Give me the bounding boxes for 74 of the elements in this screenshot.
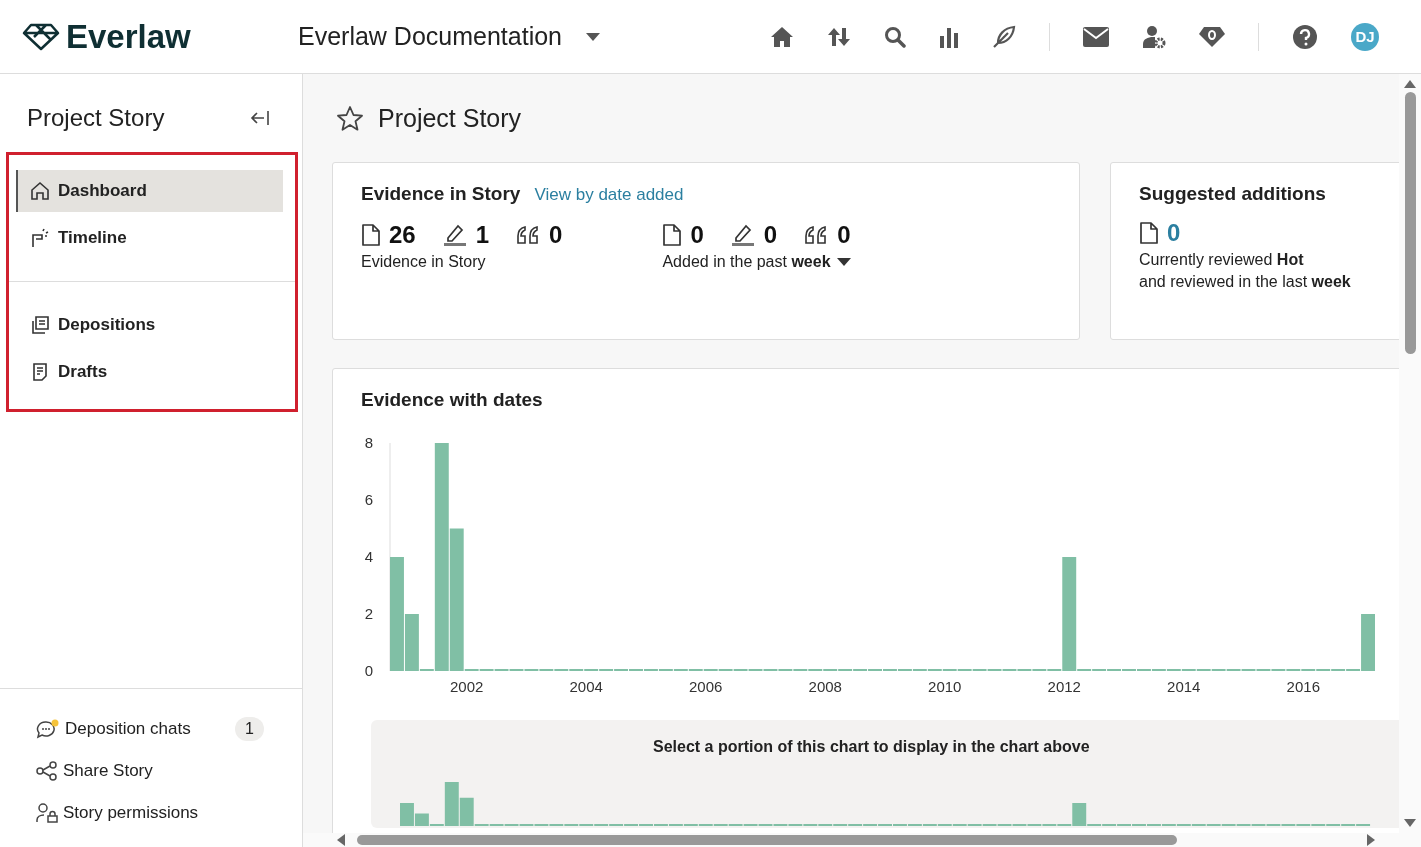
logo-wordmark: Everlaw	[66, 17, 191, 56]
document-icon	[662, 223, 683, 247]
sidebar-action[interactable]: Deposition chats	[36, 713, 191, 745]
page-title: Project Story	[378, 103, 522, 133]
diamond-logo-icon	[22, 22, 60, 51]
card-title: Suggested additions	[1139, 183, 1327, 205]
document-icon	[361, 223, 381, 247]
y-tick-label: 0	[364, 662, 374, 679]
overview-caption: Select a portion of this chart to display in the chart above	[653, 738, 1090, 756]
flag-sparkle-icon	[30, 228, 50, 248]
sidebar-title: Project Story	[27, 104, 165, 132]
share-icon	[36, 761, 58, 781]
sort-arrows-icon[interactable]	[827, 25, 851, 48]
x-tick-label: 2002	[450, 678, 484, 695]
x-tick-label: 2006	[689, 678, 723, 695]
star-icon[interactable]	[336, 105, 364, 131]
count-badge: 1	[235, 717, 264, 741]
y-tick-label: 2	[364, 605, 374, 622]
highlighter-icon	[441, 223, 468, 247]
y-tick-label: 8	[364, 434, 374, 451]
scroll-up-icon[interactable]	[1404, 80, 1416, 88]
document-icon	[30, 362, 50, 382]
suggested-caption: and reviewed in the last week	[1139, 273, 1352, 291]
scroll-thumb[interactable]	[357, 835, 1177, 845]
documents-icon	[30, 315, 50, 335]
feather-icon[interactable]	[992, 24, 1016, 49]
card-title: Evidence in Story	[361, 183, 521, 205]
sidebar-item[interactable]: Dashboard	[16, 170, 283, 212]
document-icon	[1139, 221, 1159, 245]
project-selector[interactable]: Everlaw Documentation	[298, 22, 600, 51]
sidebar-action[interactable]: Share Story	[36, 755, 153, 787]
caret-icon[interactable]	[836, 258, 851, 266]
help-icon[interactable]	[1292, 23, 1318, 50]
gem-icon[interactable]	[1199, 25, 1225, 48]
x-tick-label: 2008	[808, 678, 842, 695]
sidebar-item[interactable]: Timeline	[16, 217, 283, 259]
x-tick-label: 2004	[569, 678, 603, 695]
overview-panel[interactable]: Select a portion of this chart to display in the chart above	[371, 720, 1399, 828]
y-tick-label: 6	[364, 491, 374, 508]
x-tick-label: 2016	[1286, 678, 1320, 695]
stat-count: 0	[837, 221, 851, 249]
highlighter-icon	[729, 223, 756, 247]
caret-icon	[586, 32, 600, 41]
stat-count: 0	[763, 221, 778, 249]
home-icon[interactable]	[770, 25, 794, 48]
scroll-right-icon[interactable]	[1367, 834, 1375, 846]
view-by-date-link[interactable]: View by date added	[534, 185, 684, 205]
bar-chart-icon[interactable]	[939, 25, 959, 48]
stat-caption: Added in the past week	[662, 253, 831, 271]
sidebar-item[interactable]: Depositions	[16, 304, 283, 346]
collapse-icon[interactable]	[250, 110, 270, 126]
suggested-count-link[interactable]: 0	[1167, 219, 1181, 247]
x-tick-label: 2010	[928, 678, 962, 695]
scroll-thumb[interactable]	[1404, 92, 1416, 354]
envelope-icon[interactable]	[1083, 26, 1109, 47]
user-lock-icon	[36, 803, 58, 823]
user-gear-icon[interactable]	[1142, 24, 1166, 49]
stat-count: 26	[389, 221, 416, 249]
chat-bubble-icon	[36, 719, 60, 739]
sidebar-action[interactable]: Story permissions	[36, 797, 199, 829]
search-icon[interactable]	[884, 25, 906, 48]
x-tick-label: 2014	[1167, 678, 1201, 695]
x-tick-label: 2012	[1047, 678, 1081, 695]
scroll-down-icon[interactable]	[1404, 819, 1416, 827]
stat-count: 0	[549, 221, 563, 249]
stat-count: 1	[475, 221, 490, 249]
suggested-caption: Currently reviewed Hot	[1139, 251, 1305, 269]
y-tick-label: 4	[364, 548, 374, 565]
sidebar-item[interactable]: Drafts	[16, 351, 283, 393]
card-title: Evidence with dates	[361, 389, 543, 410]
scroll-left-icon[interactable]	[337, 834, 345, 846]
stat-caption: Evidence in Story	[361, 253, 486, 271]
stat-count: 0	[690, 221, 704, 249]
house-icon	[30, 181, 50, 201]
